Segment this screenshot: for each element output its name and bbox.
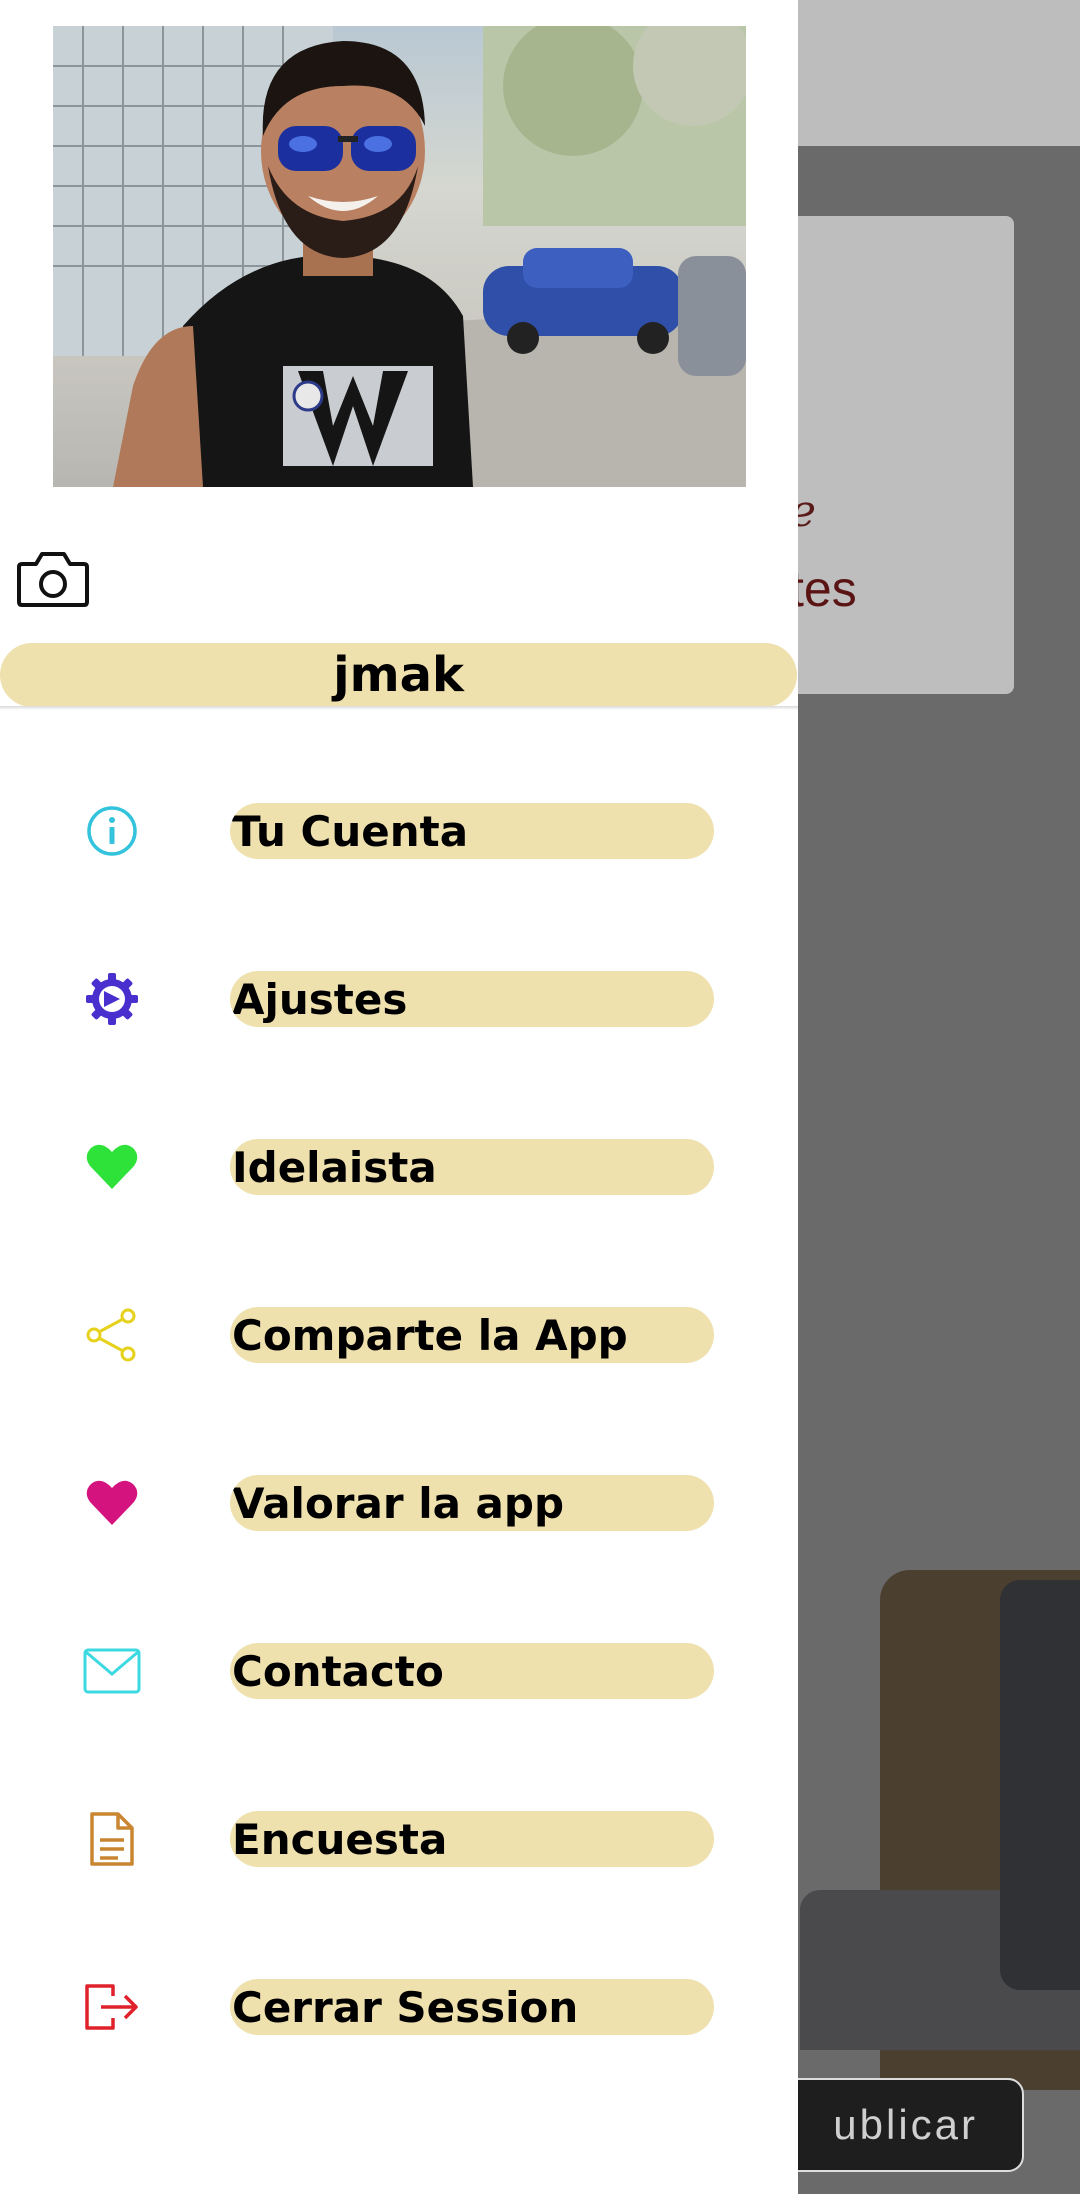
- publish-button: ublicar: [760, 2078, 1024, 2172]
- menu-item-idelaista[interactable]: Idelaista: [0, 1107, 798, 1227]
- mail-icon: [82, 1641, 142, 1701]
- menu-item-valorar-la-app[interactable]: Valorar la app: [0, 1443, 798, 1563]
- publish-button-label: ublicar: [833, 2101, 978, 2148]
- navigation-drawer: jmak Tu Cuenta Ajustes Idelaista Compart…: [0, 0, 798, 2194]
- username-label: jmak: [0, 643, 797, 707]
- gear-icon: [82, 969, 142, 1029]
- menu-item-comparte-la-app[interactable]: Comparte la App: [0, 1275, 798, 1395]
- logout-icon: [82, 1977, 142, 2037]
- heart-icon: [82, 1137, 142, 1197]
- menu-item-label: Comparte la App: [230, 1307, 714, 1363]
- menu-item-label: Idelaista: [230, 1139, 714, 1195]
- camera-button[interactable]: [16, 548, 90, 610]
- info-icon: [82, 801, 142, 861]
- profile-photo[interactable]: [53, 26, 746, 487]
- background-top-bar: [798, 0, 1080, 146]
- background-card-text: tes: [790, 561, 857, 617]
- menu-item-label: Cerrar Session: [230, 1979, 714, 2035]
- menu-item-label: Encuesta: [230, 1811, 714, 1867]
- heart-icon: [82, 1473, 142, 1533]
- menu-item-label: Contacto: [230, 1643, 714, 1699]
- menu-item-label: Valorar la app: [230, 1475, 714, 1531]
- camera-icon: [17, 552, 89, 607]
- profile-photo-illustration: [53, 26, 746, 487]
- background-pillow: [1000, 1580, 1080, 1990]
- menu-item-tu-cuenta[interactable]: Tu Cuenta: [0, 771, 798, 891]
- menu-item-cerrar-session[interactable]: Cerrar Session: [0, 1947, 798, 2067]
- menu-item-encuesta[interactable]: Encuesta: [0, 1779, 798, 1899]
- menu-item-ajustes[interactable]: Ajustes: [0, 939, 798, 1059]
- document-icon: [82, 1809, 142, 1869]
- share-icon: [82, 1305, 142, 1365]
- menu-item-label: Ajustes: [230, 971, 714, 1027]
- header-divider: [0, 706, 798, 710]
- menu-item-label: Tu Cuenta: [230, 803, 714, 859]
- menu-item-contacto[interactable]: Contacto: [0, 1611, 798, 1731]
- background-card: [780, 216, 1014, 694]
